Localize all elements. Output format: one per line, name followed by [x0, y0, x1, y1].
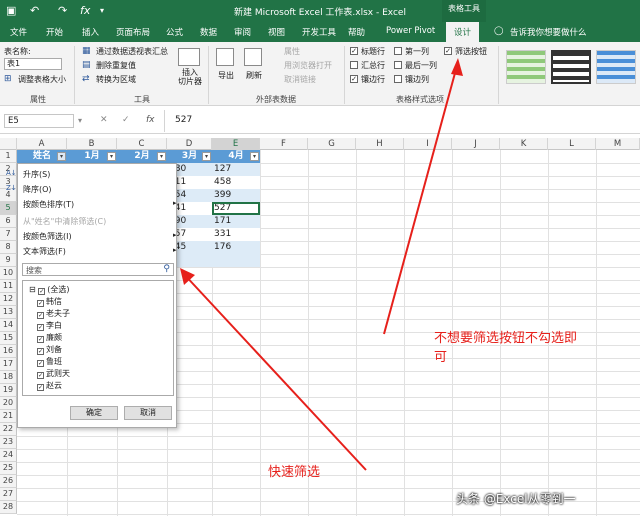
- quick-filter-annotation: 快速筛选: [268, 465, 321, 480]
- annotation-arrow-line: [383, 61, 459, 335]
- watermark: 头条 @Excel从零到一: [456, 492, 576, 506]
- annotation-arrows: [180, 58, 463, 471]
- annotation-arrow-line: [181, 271, 367, 471]
- filter-button-annotation: 不想要筛选按钮不勾选即: [434, 331, 578, 346]
- annotation-arrow-head: [451, 58, 463, 76]
- filter-button-annotation-cont: 可: [434, 350, 448, 365]
